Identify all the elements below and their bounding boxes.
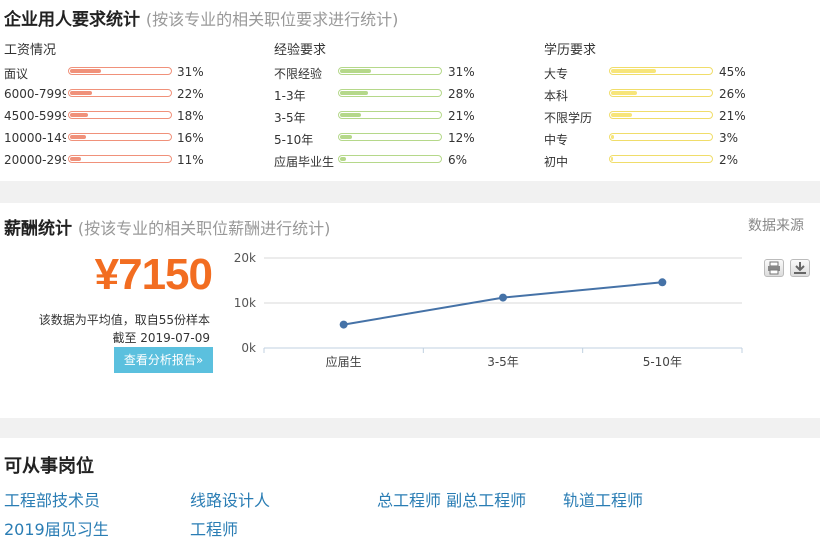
stat-bar: [68, 155, 172, 163]
section-divider: [0, 181, 820, 203]
download-button[interactable]: [790, 259, 810, 277]
sample-note: 该数据为平均值，取自55份样本: [38, 313, 210, 327]
stat-bar-fill: [70, 113, 88, 117]
job-link[interactable]: 线路设计人: [190, 487, 270, 511]
stat-label: 3-5年: [274, 111, 306, 125]
stat-bar-fill: [70, 157, 81, 161]
requirements-title: 企业用人要求统计 (按该专业的相关职位要求进行统计): [4, 5, 398, 30]
stat-bar: [338, 111, 442, 119]
column-heading: 工资情况: [4, 43, 57, 58]
stat-bar: [338, 133, 442, 141]
stat-label: 6000-7999: [4, 87, 66, 101]
stat-percent: 3%: [719, 131, 739, 145]
stat-bar: [68, 111, 172, 119]
job-link[interactable]: 工程部技术员: [4, 487, 100, 511]
stat-percent: 22%: [177, 87, 204, 101]
stat-bar-fill: [340, 69, 371, 73]
data-source-link[interactable]: 数据来源: [748, 215, 804, 235]
stat-date: 截至 2019-07-09: [112, 331, 210, 345]
stat-bar: [338, 67, 442, 75]
stat-label: 初中: [544, 155, 569, 169]
stat-percent: 31%: [448, 65, 475, 79]
print-button[interactable]: [764, 259, 784, 277]
salary-subtitle: (按该专业的相关职位薪酬进行统计): [77, 219, 331, 238]
stat-bar: [609, 111, 713, 119]
stat-bar-fill: [611, 113, 632, 117]
stat-bar-fill: [611, 91, 637, 95]
stat-bar: [338, 155, 442, 163]
stat-bar: [338, 89, 442, 97]
stat-percent: 21%: [719, 109, 746, 123]
stat-label: 大专: [544, 67, 569, 81]
stat-label: 面议: [4, 67, 29, 81]
stat-label: 10000-14999: [4, 131, 66, 145]
stat-percent: 2%: [719, 153, 739, 167]
stat-label: 4500-5999: [4, 109, 66, 123]
stat-bar-fill: [340, 113, 361, 117]
stat-label: 不限学历: [544, 111, 593, 125]
stat-percent: 12%: [448, 131, 475, 145]
stat-bar: [68, 89, 172, 97]
stat-label: 不限经验: [274, 67, 323, 81]
salary-data-point: [499, 293, 507, 302]
job-link[interactable]: 总工程师 副总工程师: [377, 487, 526, 511]
stat-bar-fill: [611, 135, 614, 139]
stat-percent: 16%: [177, 131, 204, 145]
stat-bar-fill: [70, 91, 92, 95]
stat-label: 1-3年: [274, 89, 306, 103]
stat-percent: 28%: [448, 87, 475, 101]
jobs-title: 可从事岗位: [4, 456, 94, 477]
stat-bar: [609, 155, 713, 163]
stat-bar-fill: [611, 69, 656, 73]
stat-label: 本科: [544, 89, 569, 103]
y-tick-label: 20k: [234, 251, 256, 265]
stat-bar-fill: [340, 157, 346, 161]
section-divider-2: [0, 418, 820, 438]
stat-percent: 31%: [177, 65, 204, 79]
x-tick-label: 5-10年: [643, 355, 682, 369]
stat-percent: 26%: [719, 87, 746, 101]
stat-percent: 18%: [177, 109, 204, 123]
stat-percent: 21%: [448, 109, 475, 123]
printer-icon: [768, 261, 780, 275]
job-link[interactable]: 工程师: [190, 516, 238, 540]
view-report-button[interactable]: 查看分析报告»: [114, 347, 213, 373]
salary-title-text: 薪酬统计: [4, 219, 72, 239]
salary-line-chart: 0k 10k 20k 应届生 3-5年 5-10年: [234, 251, 743, 369]
requirements-subtitle: (按该专业的相关职位要求进行统计): [145, 10, 399, 29]
stat-percent: 6%: [448, 153, 468, 167]
y-tick-label: 10k: [234, 296, 256, 310]
column-heading: 经验要求: [274, 43, 327, 58]
stat-bar: [609, 67, 713, 75]
job-link[interactable]: 轨道工程师: [563, 487, 643, 511]
stat-bar: [609, 133, 713, 141]
stat-bar-fill: [340, 135, 352, 139]
stat-bar-fill: [70, 135, 86, 139]
stat-bar: [68, 67, 172, 75]
salary-data-point: [658, 278, 667, 287]
stat-label: 5-10年: [274, 133, 314, 147]
stat-bar: [609, 89, 713, 97]
salary-title: 薪酬统计 (按该专业的相关职位薪酬进行统计): [4, 214, 330, 239]
x-tick-label: 应届生: [326, 354, 362, 369]
stat-bar: [68, 133, 172, 141]
stat-percent: 11%: [177, 153, 204, 167]
y-tick-label: 0k: [241, 341, 256, 355]
requirements-title-text: 企业用人要求统计: [4, 10, 140, 30]
download-icon: [794, 262, 806, 274]
stat-bar-fill: [340, 91, 368, 95]
average-salary: ¥7150: [94, 250, 213, 299]
stat-label: 应届毕业生: [274, 155, 335, 169]
job-link[interactable]: 2019届见习生: [4, 516, 109, 540]
salary-data-point: [339, 320, 348, 329]
stat-percent: 45%: [719, 65, 746, 79]
stat-label: 中专: [544, 133, 569, 147]
stat-bar-fill: [611, 157, 613, 161]
x-tick-label: 3-5年: [487, 355, 519, 369]
stat-bar-fill: [70, 69, 101, 73]
column-heading: 学历要求: [544, 43, 597, 58]
stat-label: 20000-29999: [4, 153, 66, 167]
